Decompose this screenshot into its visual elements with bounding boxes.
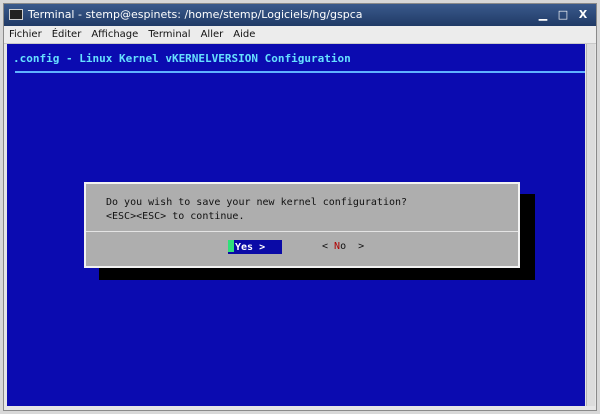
menu-bar: Fichier Éditer Affichage Terminal Aller … — [4, 26, 596, 44]
minimize-button[interactable]: ▁ — [534, 7, 552, 23]
config-back-title: .config - Linux Kernel vKERNELVERSION Co… — [13, 52, 351, 65]
menu-aller[interactable]: Aller — [196, 26, 229, 43]
menu-editer[interactable]: Éditer — [47, 26, 87, 43]
dialog-message: Do you wish to save your new kernel conf… — [106, 196, 407, 224]
terminal-screen[interactable]: .config - Linux Kernel vKERNELVERSION Co… — [7, 44, 585, 406]
yes-button-label: Yes > — [235, 242, 266, 253]
dialog-message-line-1: Do you wish to save your new kernel conf… — [106, 197, 408, 208]
back-title-divider — [15, 71, 585, 73]
title-bar[interactable]: Terminal - stemp@espinets: /home/stemp/L… — [4, 4, 596, 26]
no-button[interactable]: < No > — [322, 240, 364, 254]
close-button[interactable]: X — [574, 7, 592, 23]
menu-fichier[interactable]: Fichier — [4, 26, 47, 43]
yes-button[interactable]: Yes > — [228, 240, 282, 254]
no-button-right-bracket: > — [346, 241, 365, 252]
dialog-separator — [86, 231, 518, 232]
terminal-scrollbar[interactable] — [586, 44, 595, 406]
dialog-message-line-2: <ESC><ESC> to continue. — [106, 211, 245, 222]
maximize-button[interactable]: □ — [554, 7, 572, 23]
menu-affichage[interactable]: Affichage — [86, 26, 143, 43]
menu-aide[interactable]: Aide — [228, 26, 260, 43]
text-cursor — [228, 240, 234, 252]
save-config-dialog: Do you wish to save your new kernel conf… — [84, 182, 520, 268]
menu-terminal[interactable]: Terminal — [143, 26, 195, 43]
window-controls: ▁ □ X — [532, 7, 592, 23]
terminal-window: Terminal - stemp@espinets: /home/stemp/L… — [3, 3, 597, 411]
no-button-left-bracket: < — [322, 241, 335, 252]
terminal-app-icon — [9, 9, 23, 20]
window-title: Terminal - stemp@espinets: /home/stemp/L… — [28, 8, 363, 21]
